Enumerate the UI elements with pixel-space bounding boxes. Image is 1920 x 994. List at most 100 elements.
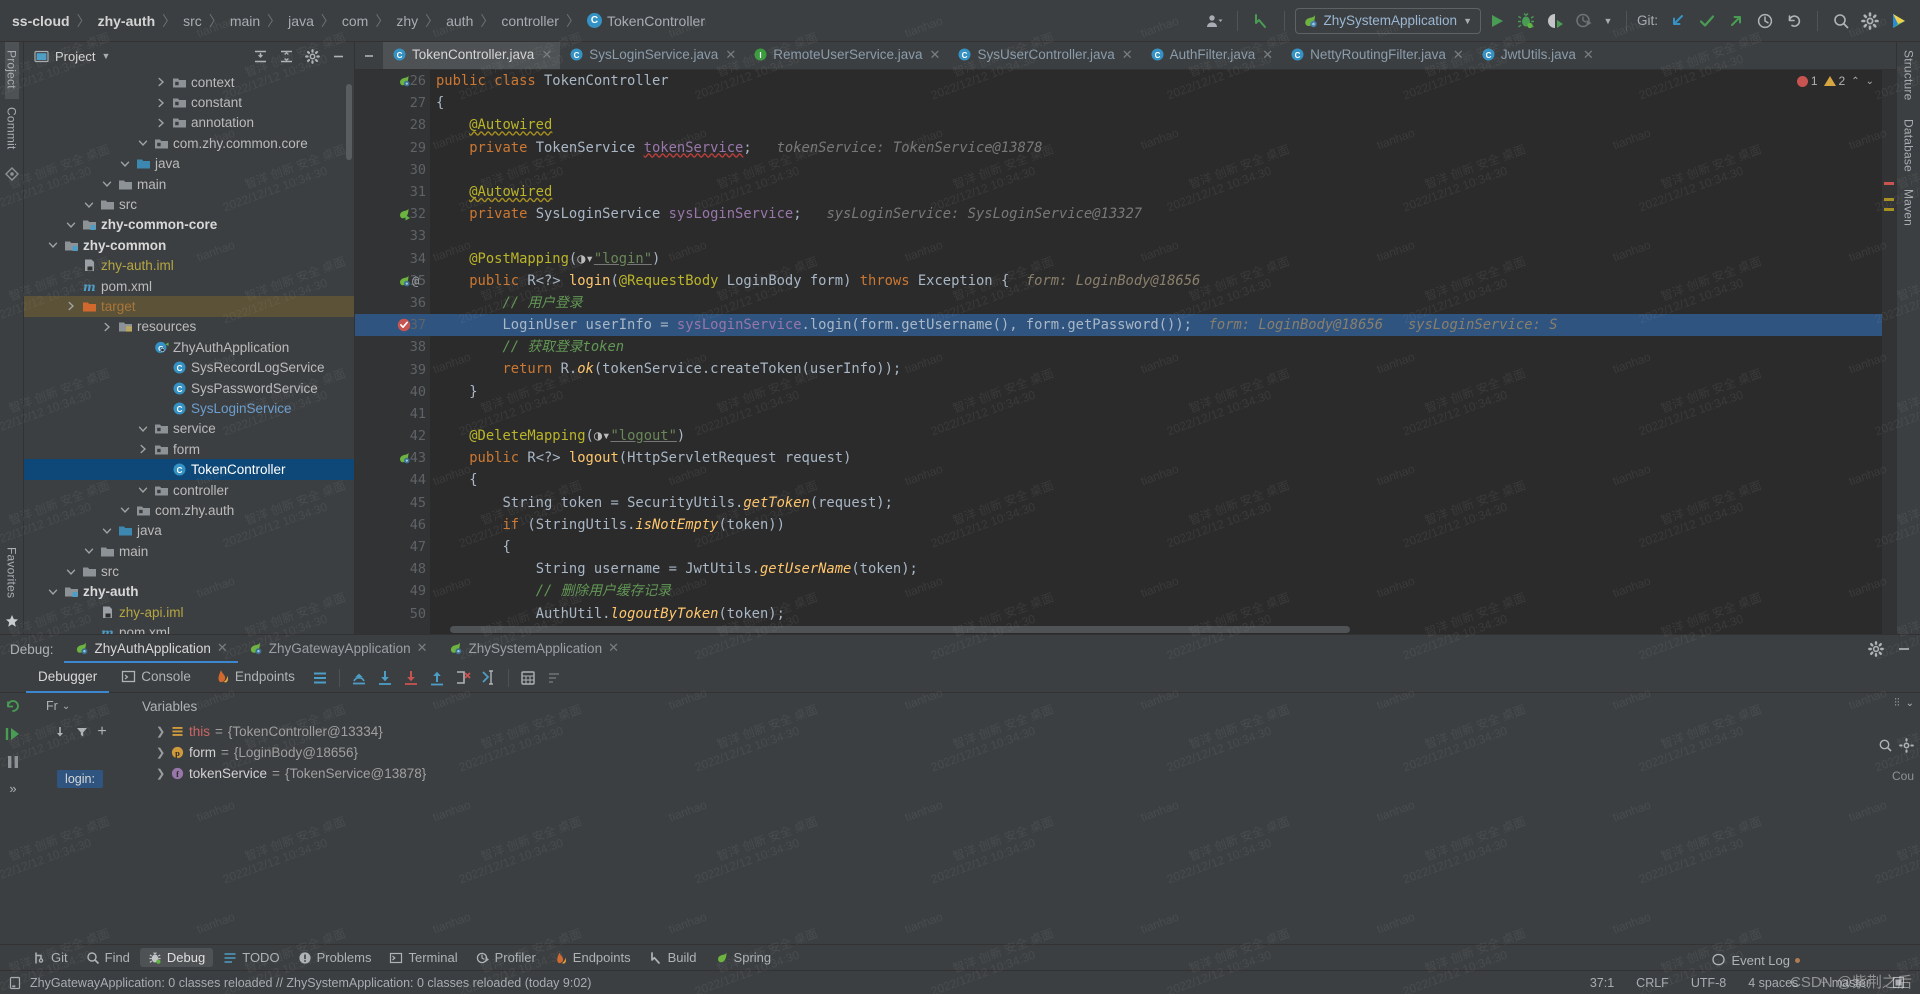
caret-position[interactable]: 37:1 <box>1583 976 1621 990</box>
push-button[interactable] <box>1723 8 1749 34</box>
chevron-down-icon[interactable] <box>82 546 96 556</box>
tree-node-sysrecordlogservice[interactable]: C SysRecordLogService <box>24 357 354 377</box>
debugger-subtab-console[interactable]: Console <box>109 663 203 693</box>
variables-settings-icon[interactable] <box>1899 738 1914 753</box>
tree-node-constant[interactable]: constant <box>24 92 354 112</box>
tool-window-button-git[interactable]: Git <box>24 948 76 967</box>
pause-program-button[interactable] <box>4 753 22 771</box>
sort-values-button[interactable] <box>541 665 567 691</box>
ide-logo-icon[interactable] <box>1886 8 1912 34</box>
breadcrumb-item-controller[interactable]: controller <box>497 13 563 29</box>
editor-tab-sysusercontroller-java[interactable]: C SysUserController.java ✕ <box>948 42 1140 69</box>
tree-node-pom-xml[interactable]: m pom.xml <box>24 623 354 634</box>
inspection-widget[interactable]: 1 2 ⌃ ⌄ <box>1796 74 1874 88</box>
tree-node-context[interactable]: context <box>24 72 354 92</box>
collapse-all-button[interactable] <box>276 46 296 66</box>
breakpoint-hit-icon[interactable] <box>397 318 411 332</box>
breadcrumb-item-ss-cloud[interactable]: ss-cloud <box>8 13 74 29</box>
project-tree[interactable]: context constant annotation com.zhy.common.… <box>24 70 354 634</box>
code-line-32[interactable]: private SysLoginService sysLoginService;… <box>430 203 1896 225</box>
chevron-down-icon[interactable] <box>100 526 114 536</box>
chevron-up-icon[interactable]: ⌃ <box>1851 76 1859 87</box>
editor-tab-remoteuserservice-java[interactable]: I RemoteUserService.java ✕ <box>744 42 948 69</box>
gutter-line-34[interactable]: 34 <box>355 248 430 270</box>
code-line-41[interactable] <box>430 403 1896 425</box>
force-step-into-button[interactable] <box>398 665 424 691</box>
tree-node-zhy-auth[interactable]: zhy-auth <box>24 582 354 602</box>
rollback-button[interactable] <box>1781 8 1807 34</box>
editor-tab-authfilter-java[interactable]: C AuthFilter.java ✕ <box>1141 42 1281 69</box>
spring-arrow-icon[interactable] <box>397 207 411 221</box>
layout-settings-button[interactable] <box>307 665 333 691</box>
chevron-down-icon[interactable] <box>64 567 78 577</box>
tree-node-resources[interactable]: resources <box>24 317 354 337</box>
chevron-down-icon[interactable] <box>136 485 150 495</box>
tree-node-zhy-api-iml[interactable]: zhy-api.iml <box>24 602 354 622</box>
code-line-29[interactable]: private TokenService tokenService; token… <box>430 137 1896 159</box>
run-with-coverage-button[interactable] <box>1542 8 1568 34</box>
breadcrumb-item-main[interactable]: main <box>226 13 264 29</box>
debug-hide-button[interactable] <box>1892 637 1916 661</box>
code-line-45[interactable]: String token = SecurityUtils.getToken(re… <box>430 492 1896 514</box>
code-line-39[interactable]: return R.ok(tokenService.createToken(use… <box>430 358 1896 380</box>
code-line-36[interactable]: // 用户登录 <box>430 292 1896 314</box>
code-line-42[interactable]: @DeleteMapping(◑▾"logout") <box>430 425 1896 447</box>
debug-session-tab-zhysystemapplication[interactable]: ZhySystemApplication ✕ <box>438 635 629 663</box>
step-over-button[interactable] <box>346 665 372 691</box>
close-icon[interactable]: ✕ <box>608 640 619 656</box>
search-icon[interactable] <box>1878 738 1893 753</box>
tool-window-button-todo[interactable]: TODO <box>215 948 287 967</box>
evaluate-expression-button[interactable] <box>515 665 541 691</box>
tool-window-button-profiler[interactable]: Profiler <box>468 948 544 967</box>
code-line-27[interactable]: { <box>430 92 1896 114</box>
debug-session-tab-zhyauthapplication[interactable]: ZhyAuthApplication ✕ <box>63 635 238 663</box>
spring-bean-icon[interactable] <box>397 274 411 288</box>
close-icon[interactable]: ✕ <box>417 640 428 656</box>
debugger-subtab-debugger[interactable]: Debugger <box>26 663 110 693</box>
tool-window-button-debug[interactable]: Debug <box>139 948 214 967</box>
gutter-line-49[interactable]: 49 <box>355 580 430 602</box>
code-line-33[interactable] <box>430 225 1896 247</box>
gutter-line-39[interactable]: 39 <box>355 358 430 380</box>
rail-item-project[interactable]: Project <box>4 42 19 99</box>
variable-row-tokenService[interactable]: ❯ f tokenService = {TokenService@13878} <box>134 763 1860 784</box>
filter-icon[interactable] <box>75 725 89 739</box>
variables-tree[interactable]: ❯ this = {TokenController@13334} ❯ p form = {Log… <box>134 719 1860 944</box>
tool-window-button-find[interactable]: Find <box>78 948 138 967</box>
breadcrumb-item-java[interactable]: java <box>284 13 318 29</box>
step-down-icon[interactable] <box>53 725 67 739</box>
chevron-down-icon[interactable] <box>46 240 60 250</box>
tree-node-main[interactable]: main <box>24 541 354 561</box>
step-out-button[interactable] <box>424 665 450 691</box>
tool-window-button-terminal[interactable]: Terminal <box>381 948 465 967</box>
breadcrumb-item-zhy[interactable]: zhy <box>392 13 422 29</box>
gutter-line-28[interactable]: 28 <box>355 114 430 136</box>
tool-window-button-spring[interactable]: Spring <box>707 948 780 967</box>
editor-tab-tokencontroller-java[interactable]: C TokenController.java ✕ <box>383 42 561 69</box>
tree-node-zhyauthapplication[interactable]: C ZhyAuthApplication <box>24 337 354 357</box>
gutter-line-41[interactable]: 41 <box>355 403 430 425</box>
run-configuration-selector[interactable]: ZhySystemApplication ▼ <box>1294 7 1481 34</box>
close-icon[interactable]: ✕ <box>217 640 228 656</box>
code-line-47[interactable]: { <box>430 536 1896 558</box>
tree-node-form[interactable]: form <box>24 439 354 459</box>
gutter-line-40[interactable]: 40 <box>355 381 430 403</box>
gutter-line-36[interactable]: 36 <box>355 292 430 314</box>
gutter-line-46[interactable]: 46 <box>355 514 430 536</box>
gutter-line-26[interactable]: 26 <box>355 70 430 92</box>
breadcrumb-item-auth[interactable]: auth <box>442 13 477 29</box>
debugger-subtab-endpoints[interactable]: Endpoints <box>203 663 307 693</box>
gutter-line-48[interactable]: 48 <box>355 558 430 580</box>
code-line-31[interactable]: @Autowired <box>430 181 1896 203</box>
tree-node-syspasswordservice[interactable]: C SysPasswordService <box>24 378 354 398</box>
debug-settings-gear-button[interactable] <box>1864 637 1888 661</box>
gutter-line-31[interactable]: 31 <box>355 181 430 203</box>
chevron-down-icon[interactable] <box>82 200 96 210</box>
chevron-down-icon[interactable]: ▼ <box>101 51 110 61</box>
chevron-down-icon[interactable] <box>118 159 132 169</box>
code-line-46[interactable]: if (StringUtils.isNotEmpty(token)) <box>430 514 1896 536</box>
breadcrumb-item-src[interactable]: src <box>179 13 206 29</box>
close-icon[interactable]: ✕ <box>1262 47 1273 63</box>
gutter-line-45[interactable]: 45 <box>355 492 430 514</box>
variable-row-this[interactable]: ❯ this = {TokenController@13334} <box>134 721 1860 742</box>
